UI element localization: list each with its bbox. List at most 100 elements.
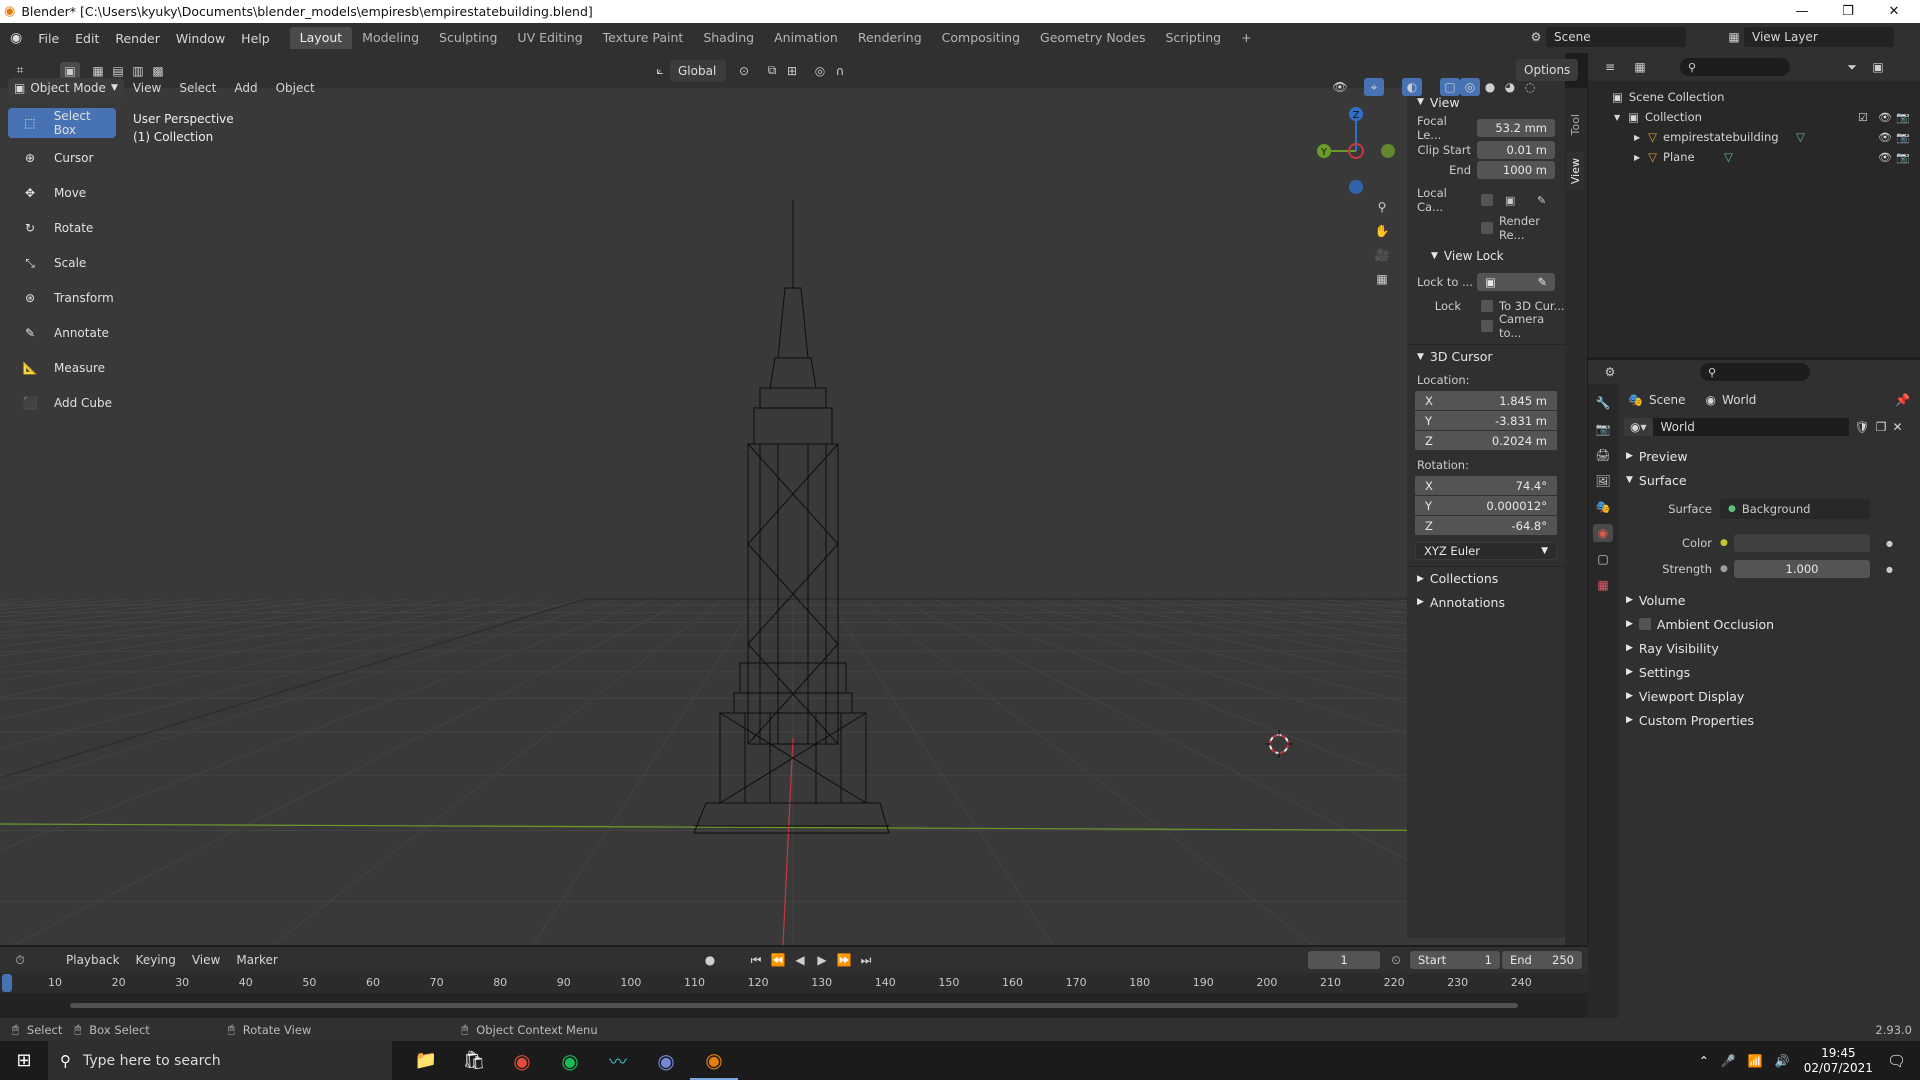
jump-keyframe-back-icon[interactable]: ⏪ <box>768 951 788 969</box>
material-shading-icon[interactable]: ◕ <box>1500 78 1520 96</box>
ambient-occlusion-checkbox[interactable] <box>1638 618 1651 630</box>
outliner-object-plane[interactable]: ▶ ▽ Plane ▽ 👁 📷 <box>1588 147 1920 167</box>
menu-help[interactable]: Help <box>233 31 278 46</box>
tool-measure[interactable]: 📐 Measure <box>8 353 116 383</box>
taskbar-clock[interactable]: 19:45 02/07/2021 <box>1804 1046 1873 1076</box>
timeline-menu-view[interactable]: View <box>184 953 228 967</box>
camera-render-icon[interactable]: 📷 <box>1896 111 1910 124</box>
current-frame-field[interactable]: 1 <box>1308 951 1380 969</box>
focal-length-field[interactable]: 53.2 mm <box>1477 119 1555 137</box>
pin-icon[interactable]: 📌 <box>1895 393 1910 407</box>
eye-icon[interactable]: 👁 <box>1878 151 1892 164</box>
cursor-location-y[interactable]: Y -3.831 m <box>1415 411 1557 430</box>
expand-arrow-icon[interactable]: ▼ <box>1614 113 1620 122</box>
viewport-menu-add[interactable]: Add <box>225 81 266 95</box>
tab-view[interactable]: View <box>1567 152 1584 191</box>
tool-properties-icon[interactable]: 🔧 <box>1593 394 1613 412</box>
output-properties-icon[interactable]: 🖨 <box>1593 446 1613 464</box>
camera-view-icon[interactable]: 🎥 <box>1372 246 1392 264</box>
tool-cursor[interactable]: ⊕ Cursor <box>8 143 116 173</box>
lock-to-object-field[interactable]: ▣ ✎ <box>1477 273 1555 291</box>
tab-modeling[interactable]: Modeling <box>352 27 429 49</box>
app-wave-icon[interactable]: 〰 <box>594 1041 642 1080</box>
restore-button[interactable]: ❐ <box>1826 0 1870 23</box>
play-icon[interactable]: ▶ <box>812 951 832 969</box>
outliner-scene-collection[interactable]: ▣ Scene Collection <box>1588 87 1920 107</box>
properties-editor-icon[interactable]: ⚙ <box>1600 363 1620 381</box>
taskbar-search-box[interactable]: ⚲ Type here to search <box>48 1041 392 1080</box>
intersect-select-icon[interactable]: ▩ <box>148 62 168 80</box>
annotations-panel-header[interactable]: ▶ Annotations <box>1407 590 1565 614</box>
ray-visibility-panel-header[interactable]: ▶ Ray Visibility <box>1624 636 1920 660</box>
tab-tool[interactable]: Tool <box>1569 114 1582 135</box>
snap-target-icon[interactable]: ⊞ <box>782 62 802 80</box>
menu-render[interactable]: Render <box>107 31 168 46</box>
add-workspace-icon[interactable]: + <box>1231 27 1261 49</box>
collections-panel-header[interactable]: ▶ Collections <box>1407 566 1565 590</box>
view-layer-selector[interactable]: ▦ View Layer <box>1724 27 1894 47</box>
ambient-occlusion-panel-header[interactable]: ▶ Ambient Occlusion <box>1624 612 1920 636</box>
timeline-ruler[interactable]: 10 20 30 40 50 60 70 80 90 100 110 120 130 140 150 160 1… <box>0 973 1588 993</box>
viewport-menu-select[interactable]: Select <box>170 81 225 95</box>
tool-select-box[interactable]: ⬚ Select Box <box>8 108 116 138</box>
view-lock-header[interactable]: ▼ View Lock <box>1407 244 1565 268</box>
play-reverse-icon[interactable]: ◀ <box>790 951 810 969</box>
filter-icon[interactable]: ⏷ <box>1842 58 1862 76</box>
outliner-search-field[interactable]: ⚲ <box>1680 58 1790 76</box>
windows-start-icon[interactable]: ⊞ <box>0 1041 48 1080</box>
timeline-editor-icon[interactable]: ⏱ <box>10 951 30 969</box>
render-properties-icon[interactable]: 📷 <box>1593 420 1613 438</box>
scene-properties-icon[interactable]: 🎭 <box>1593 498 1613 516</box>
clip-end-field[interactable]: 1000 m <box>1477 161 1555 179</box>
timeline-scrollbar[interactable] <box>70 1003 1518 1008</box>
preview-range-icon[interactable]: ⏲ <box>1386 951 1406 969</box>
close-button[interactable]: ✕ <box>1872 0 1916 23</box>
notifications-icon[interactable]: 🗨 <box>1887 1052 1906 1070</box>
select-mode-icon[interactable]: ▣ <box>60 61 80 80</box>
tab-animation[interactable]: Animation <box>764 27 848 49</box>
fake-user-icon[interactable]: 🛡 <box>1855 420 1870 434</box>
subtract-select-icon[interactable]: ▥ <box>128 62 148 80</box>
3d-cursor-panel-header[interactable]: ▼ 3D Cursor <box>1407 344 1565 368</box>
end-frame-field[interactable]: End 250 <box>1502 951 1582 969</box>
camera-render-icon[interactable]: 📷 <box>1896 131 1910 144</box>
unlink-icon[interactable]: ✕ <box>1893 420 1903 434</box>
view-layer-properties-icon[interactable]: 🖼 <box>1593 472 1613 490</box>
color-swatch[interactable] <box>1734 534 1870 552</box>
outliner-editor-icon[interactable]: ≡ <box>1600 58 1620 76</box>
tool-move[interactable]: ✥ Move <box>8 178 116 208</box>
rendered-shading-icon[interactable]: ◌ <box>1520 78 1540 96</box>
wireframe-shading-icon[interactable]: ◎ <box>1460 78 1480 96</box>
box-select-mode-icon[interactable]: ▦ <box>88 62 108 80</box>
menu-edit[interactable]: Edit <box>67 31 107 46</box>
navigation-gizmo[interactable]: Z Y <box>1312 106 1402 196</box>
timeline-menu-playback[interactable]: Playback <box>58 953 128 967</box>
transform-orientation-dropdown[interactable]: Global <box>670 59 726 82</box>
expand-arrow-icon[interactable]: ▶ <box>1634 133 1640 142</box>
spotify-icon[interactable]: ◉ <box>546 1041 594 1080</box>
camera-object-icon[interactable]: ▣ <box>1505 194 1515 207</box>
lock-camera-checkbox[interactable] <box>1481 320 1493 332</box>
tool-transform[interactable]: ⊛ Transform <box>8 283 116 313</box>
tool-scale[interactable]: ⤡ Scale <box>8 248 116 278</box>
file-explorer-icon[interactable]: 📁 <box>402 1041 450 1080</box>
auto-keying-icon[interactable]: ● <box>700 951 720 969</box>
outliner-collection[interactable]: ▼ ▣ Collection ☑ 👁 📷 <box>1588 107 1920 127</box>
display-mode-icon[interactable]: ▦ <box>1630 58 1650 76</box>
extend-select-icon[interactable]: ▤ <box>108 62 128 80</box>
preview-panel-header[interactable]: ▶ Preview <box>1624 444 1920 468</box>
eyedropper-icon[interactable]: ✎ <box>1537 194 1546 207</box>
tab-layout[interactable]: Layout <box>289 27 353 49</box>
editor-type-icon[interactable]: ⌗ <box>10 62 30 80</box>
pivot-icon[interactable]: ⊙ <box>734 62 754 80</box>
snap-icon[interactable]: ⧉ <box>762 62 782 80</box>
chrome-icon[interactable]: ◉ <box>498 1041 546 1080</box>
keyframe-dot-icon[interactable]: ● <box>1886 539 1893 548</box>
scene-selector[interactable]: ⚙ Scene <box>1526 27 1686 47</box>
render-region-checkbox[interactable] <box>1481 222 1493 234</box>
texture-properties-icon[interactable]: ▦ <box>1593 576 1613 594</box>
eye-icon[interactable]: 👁 <box>1878 111 1892 124</box>
tray-overflow-icon[interactable]: ⌃ <box>1699 1054 1709 1068</box>
keyframe-dot-icon[interactable]: ● <box>1886 565 1893 574</box>
jump-end-icon[interactable]: ⏭ <box>856 951 876 969</box>
